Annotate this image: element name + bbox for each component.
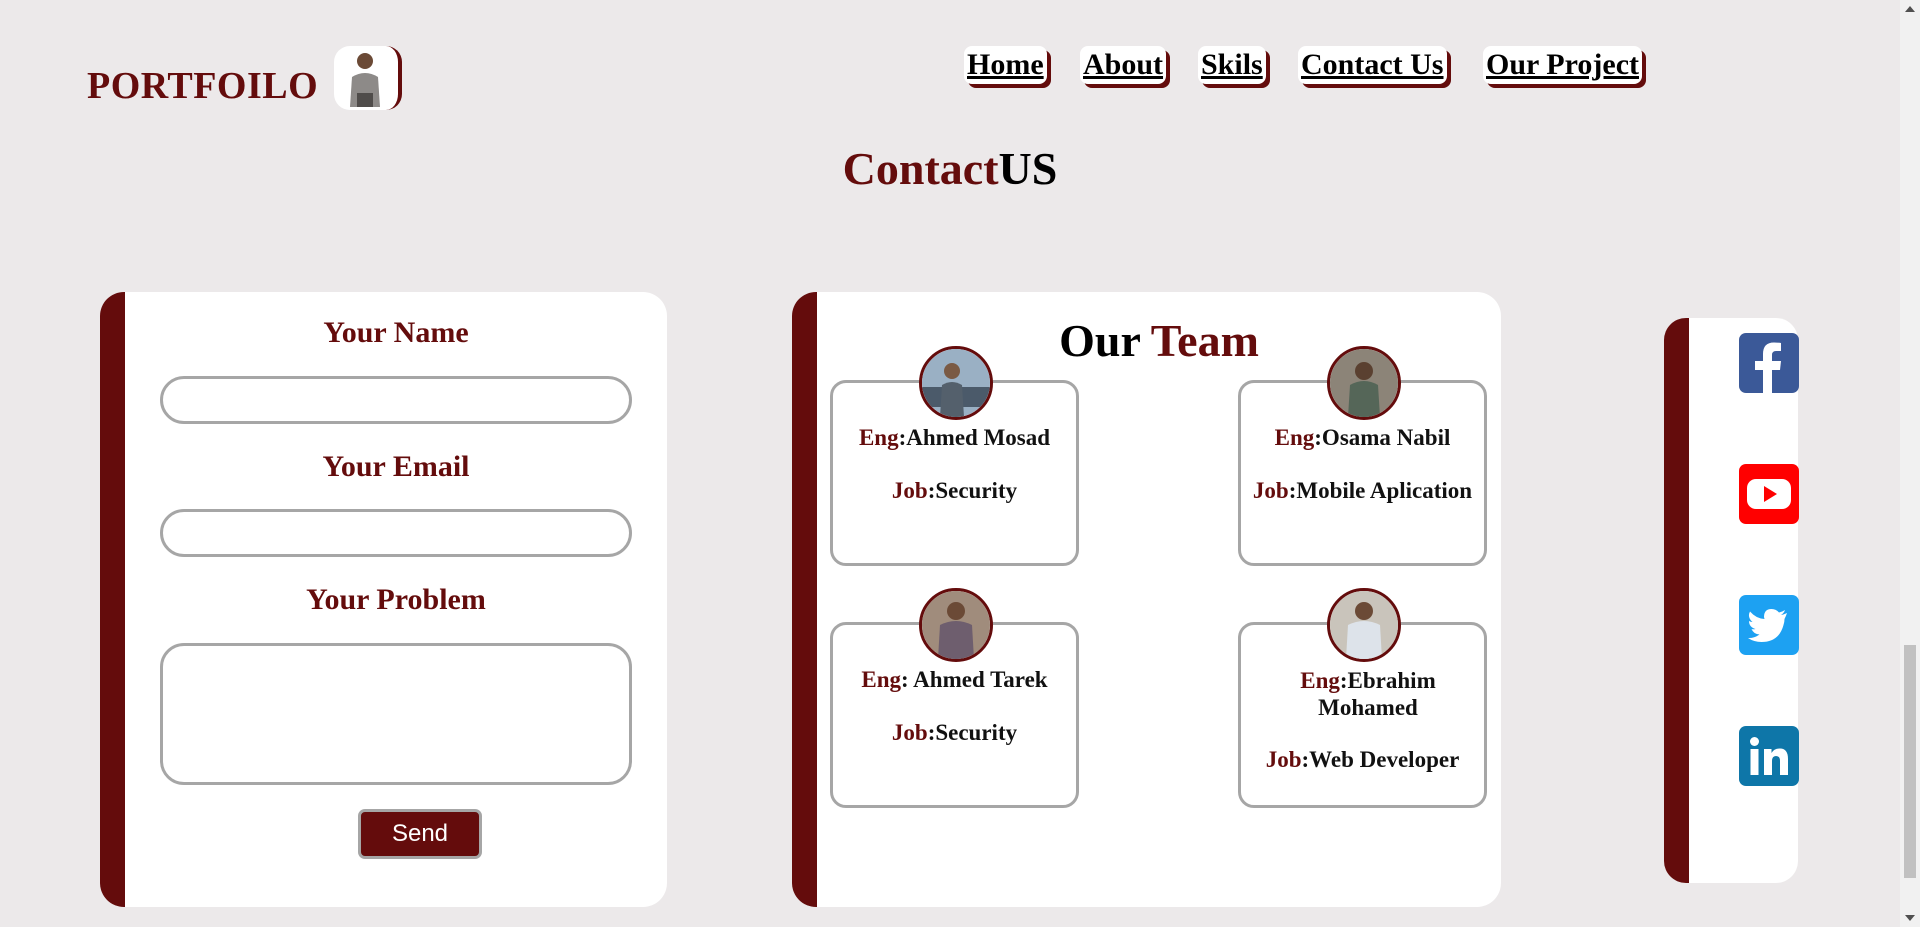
job-key: Job — [1252, 478, 1289, 503]
logo: PORTFOILO — [87, 65, 319, 107]
person-icon — [1330, 349, 1398, 417]
profile-avatar — [334, 46, 402, 110]
member-job: Job:Security — [833, 478, 1076, 504]
member-job-value: :Web Developer — [1301, 747, 1460, 772]
team-member-card: Eng:Ebrahim Mohamed Job:Web Developer — [1238, 588, 1487, 808]
member-job: Job:Security — [833, 720, 1076, 746]
nav-about[interactable]: About — [1080, 46, 1167, 84]
youtube-icon[interactable] — [1739, 464, 1799, 524]
nav-home[interactable]: Home — [964, 46, 1047, 84]
scroll-down-arrow-icon[interactable] — [1905, 915, 1915, 921]
team-member-card: Eng:Ahmed Mosad Job:Security — [830, 346, 1079, 566]
scrollbar-thumb[interactable] — [1904, 645, 1916, 878]
twitter-icon[interactable] — [1739, 595, 1799, 655]
job-key: Job — [891, 720, 928, 745]
member-avatar — [919, 346, 993, 420]
member-avatar — [1327, 346, 1401, 420]
name-label: Your Name — [323, 316, 469, 349]
member-name: Eng: Ahmed Tarek — [833, 667, 1076, 693]
facebook-icon[interactable] — [1739, 333, 1799, 393]
nav-our-project[interactable]: Our Project — [1483, 46, 1643, 84]
eng-key: Eng — [858, 425, 899, 450]
team-title-part2: Team — [1150, 315, 1259, 366]
member-name: Eng:Osama Nabil — [1241, 425, 1484, 451]
nav-skills[interactable]: Skils — [1198, 46, 1266, 84]
page-title-part1: Contact — [842, 143, 999, 194]
page-title: ContactUS — [0, 142, 1900, 195]
contact-form-panel: Your Name Your Email Your Problem Send — [100, 292, 667, 907]
scroll-up-arrow-icon[interactable] — [1905, 6, 1915, 12]
member-avatar — [1327, 588, 1401, 662]
social-links-panel — [1664, 318, 1799, 883]
email-field[interactable] — [160, 509, 632, 557]
team-panel: Our Team Eng:Ahmed Mosad Job:Security En… — [792, 292, 1501, 907]
member-job: Job:Mobile Aplication — [1241, 478, 1484, 504]
eng-key: Eng — [1300, 668, 1340, 693]
name-field[interactable] — [160, 376, 632, 424]
team-member-card: Eng:Osama Nabil Job:Mobile Aplication — [1238, 346, 1487, 566]
person-icon — [922, 591, 990, 659]
team-title-part1: Our — [1059, 315, 1141, 366]
member-name-value: :Osama Nabil — [1314, 425, 1451, 450]
page-scrollbar[interactable] — [1900, 0, 1920, 927]
person-icon — [350, 53, 380, 107]
problem-label: Your Problem — [306, 583, 486, 616]
email-label: Your Email — [322, 450, 470, 483]
eng-key: Eng — [1274, 425, 1315, 450]
team-member-card: Eng: Ahmed Tarek Job:Security — [830, 588, 1079, 808]
eng-key: Eng — [861, 667, 902, 692]
person-icon — [922, 349, 990, 417]
job-key: Job — [1265, 747, 1302, 772]
member-job-value: :Security — [927, 720, 1018, 745]
linkedin-icon[interactable] — [1739, 726, 1799, 786]
page-title-part2: US — [998, 143, 1058, 194]
member-job: Job:Web Developer — [1241, 747, 1484, 773]
member-name: Eng:Ahmed Mosad — [833, 425, 1076, 451]
member-name: Eng:Ebrahim Mohamed — [1293, 667, 1443, 721]
send-button[interactable]: Send — [358, 809, 482, 859]
member-name-value: : Ahmed Tarek — [901, 667, 1048, 692]
job-key: Job — [891, 478, 928, 503]
problem-textarea[interactable] — [160, 643, 632, 785]
member-job-value: :Security — [927, 478, 1018, 503]
person-icon — [1330, 591, 1398, 659]
member-avatar — [919, 588, 993, 662]
nav-contact-us[interactable]: Contact Us — [1298, 46, 1447, 84]
team-title: Our Team — [817, 314, 1501, 367]
member-name-value: :Ahmed Mosad — [898, 425, 1051, 450]
member-job-value: :Mobile Aplication — [1288, 478, 1473, 503]
